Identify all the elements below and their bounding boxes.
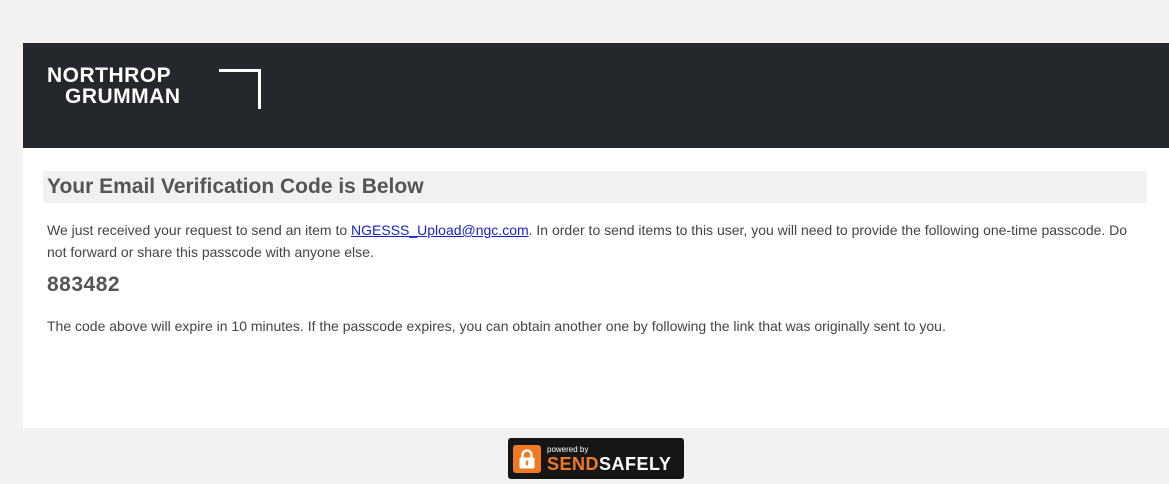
powered-by-sendsafely-badge[interactable]: powered by SENDSAFELY	[508, 438, 684, 479]
logo-bracket-top	[219, 69, 261, 72]
northrop-grumman-logo: NORTHROP GRUMMAN	[47, 65, 287, 115]
expiry-paragraph: The code above will expire in 10 minutes…	[47, 318, 946, 334]
header-bar: NORTHROP GRUMMAN	[23, 43, 1169, 148]
intro-text-before-link: We just received your request to send an…	[47, 222, 352, 238]
email-container: NORTHROP GRUMMAN Your Email Verification…	[23, 43, 1169, 428]
logo-line-2: GRUMMAN	[65, 85, 181, 108]
brand-text: powered by SENDSAFELY	[547, 445, 671, 473]
title-bar: Your Email Verification Code is Below	[43, 171, 1147, 203]
intro-paragraph: We just received your request to send an…	[47, 219, 1147, 263]
powered-by-label: powered by	[547, 444, 589, 454]
email-content: Your Email Verification Code is Below We…	[23, 148, 1169, 337]
brand-name-part-1: SEND	[547, 453, 600, 474]
lock-icon-svg	[519, 448, 535, 468]
logo-line-1: NORTHROP	[47, 64, 172, 87]
brand-name: SENDSAFELY	[547, 455, 671, 473]
brand-name-part-2: SAFELY	[599, 453, 672, 474]
passcode-value: 883482	[47, 273, 121, 296]
lock-icon	[513, 444, 541, 473]
recipient-email-link[interactable]: NGESSS_Upload@ngc.com	[351, 222, 529, 238]
logo-bracket-side	[258, 69, 261, 109]
page-title: Your Email Verification Code is Below	[47, 175, 424, 198]
